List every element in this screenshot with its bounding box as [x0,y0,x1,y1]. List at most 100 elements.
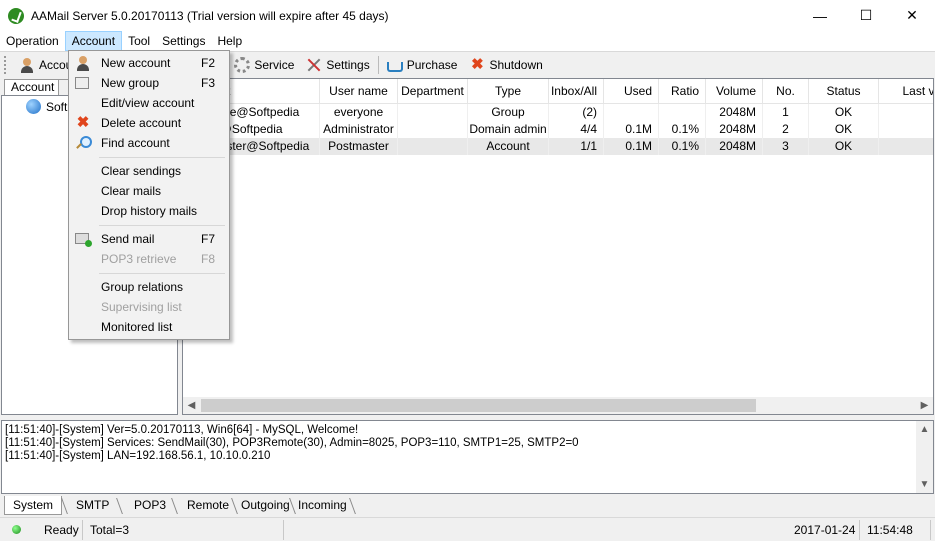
menu-settings[interactable]: Settings [156,31,211,51]
column-department[interactable]: Department [398,79,468,103]
column-status[interactable]: Status [809,79,879,103]
group-icon [75,77,89,89]
menu-separator [99,157,225,158]
column-used[interactable]: Used [604,79,659,103]
cell-no: 1 [763,104,809,121]
menu-new-account-label: New account [101,56,171,70]
tab-outgoing[interactable]: Outgoing [233,496,298,515]
table-row[interactable]: admin@Softpedia Administrator Domain adm… [183,121,933,138]
column-user-name[interactable]: User name [320,79,398,103]
window-controls: — ☐ ✕ [797,0,935,31]
vertical-scrollbar[interactable]: ▲ ▼ [916,421,933,493]
status-total: Total=3 [84,520,284,540]
cell-no: 3 [763,138,809,155]
cell-used [604,104,659,121]
toolbar-service-label: Service [254,57,295,72]
menu-clear-sendings[interactable]: Clear sendings [71,161,227,181]
tab-system[interactable]: System [4,496,63,515]
user-icon [75,55,91,71]
menu-account[interactable]: Account [64,31,123,51]
scroll-right-icon[interactable]: ▶ [916,397,933,414]
menu-bar: Operation Account Tool Settings Help [0,31,935,51]
menu-group-relations[interactable]: Group relations [71,277,227,297]
toolbar-purchase-label: Purchase [406,57,458,72]
menu-edit-account[interactable]: Edit/view account [71,93,227,113]
tab-divider [61,498,68,514]
menu-new-account[interactable]: New account F2 [71,53,227,73]
tab-pop3[interactable]: POP3 [126,496,174,515]
toolbar-separator [377,55,379,74]
cell-ratio: 0.1% [659,138,706,155]
menu-new-group-label: New group [101,76,160,90]
toolbar-purchase-button[interactable]: Purchase [381,54,464,76]
menu-pop3-retrieve: POP3 retrieve F8 [71,249,227,269]
minimize-button[interactable]: — [797,0,843,31]
log-panel[interactable]: [11:51:40]-[System] Ver=5.0.20170113, Wi… [1,420,934,494]
menu-help[interactable]: Help [211,31,248,51]
log-tabs: System SMTP POP3 Remote Outgoing Incomin… [0,496,935,516]
shutdown-x-icon: ✖ [471,55,484,73]
cell-ratio [659,104,706,121]
menu-find-account[interactable]: Find account [71,133,227,153]
menu-drop-history[interactable]: Drop history mails [71,201,227,221]
cell-volume: 2048M [706,138,763,155]
cell-used: 0.1M [604,138,659,155]
accounts-table: Account User name Department Type Inbox/… [182,78,934,415]
shortcut-key: F3 [200,76,215,90]
menu-delete-account-label: Delete account [101,116,182,130]
tools-icon [306,57,322,73]
scroll-up-icon[interactable]: ▲ [916,421,933,438]
column-inbox[interactable]: Inbox/All [549,79,604,103]
toolbar-shutdown-button[interactable]: ✖ Shutdown [463,54,548,76]
menu-find-account-label: Find account [101,136,170,150]
menu-drop-history-label: Drop history mails [101,204,198,218]
globe-icon [26,99,41,114]
table-header: Account User name Department Type Inbox/… [183,79,933,104]
scrollbar-thumb[interactable] [201,399,756,412]
menu-operation[interactable]: Operation [0,31,65,51]
cell-user: everyone [320,104,398,121]
delete-x-icon: ✖ [76,114,90,131]
tab-incoming[interactable]: Incoming [290,496,355,515]
table-row[interactable]: postmaster@Softpedia Postmaster Account … [183,138,933,155]
tab-account[interactable]: Account [4,79,62,96]
cell-type: Domain admin [468,121,549,138]
close-button[interactable]: ✕ [889,0,935,31]
tab-smtp[interactable]: SMTP [68,496,117,515]
toolbar-settings-button[interactable]: Settings [300,54,375,76]
account-menu: New account F2 New group F3 Edit/view ac… [68,50,230,340]
menu-send-mail[interactable]: Send mail F7 [71,229,227,249]
column-type[interactable]: Type [468,79,549,103]
column-no[interactable]: No. [763,79,809,103]
table-row[interactable]: everyone@Softpedia everyone Group (2) 20… [183,104,933,121]
menu-tool[interactable]: Tool [122,31,156,51]
scroll-left-icon[interactable]: ◀ [183,397,200,414]
maximize-button[interactable]: ☐ [843,0,889,31]
cell-volume: 2048M [706,104,763,121]
column-volume[interactable]: Volume [706,79,763,103]
menu-separator [99,225,225,226]
window-title: AAMail Server 5.0.20170113 (Trial versio… [31,8,389,23]
menu-monitored-list[interactable]: Monitored list [71,317,227,337]
cell-user: Administrator [320,121,398,138]
column-last-visit[interactable]: Last v [879,79,933,103]
cell-type: Account [468,138,549,155]
horizontal-scrollbar[interactable]: ◀ ▶ [183,397,933,414]
cell-user: Postmaster [320,138,398,155]
toolbar-service-button[interactable]: Service [228,54,300,76]
menu-delete-account[interactable]: ✖ Delete account [71,113,227,133]
status-date: 2017-01-24 [788,520,860,540]
column-ratio[interactable]: Ratio [659,79,706,103]
cell-inbox: 1/1 [549,138,604,155]
send-mail-icon [75,233,92,247]
toolbar-shutdown-label: Shutdown [489,57,543,72]
menu-clear-mails[interactable]: Clear mails [71,181,227,201]
cart-icon [386,61,403,72]
cell-status: OK [809,104,879,121]
scroll-down-icon[interactable]: ▼ [916,476,933,493]
gear-icon [234,56,251,73]
cell-used: 0.1M [604,121,659,138]
tab-remote[interactable]: Remote [179,496,237,515]
menu-new-group[interactable]: New group F3 [71,73,227,93]
toolbar-grip[interactable] [4,55,7,74]
